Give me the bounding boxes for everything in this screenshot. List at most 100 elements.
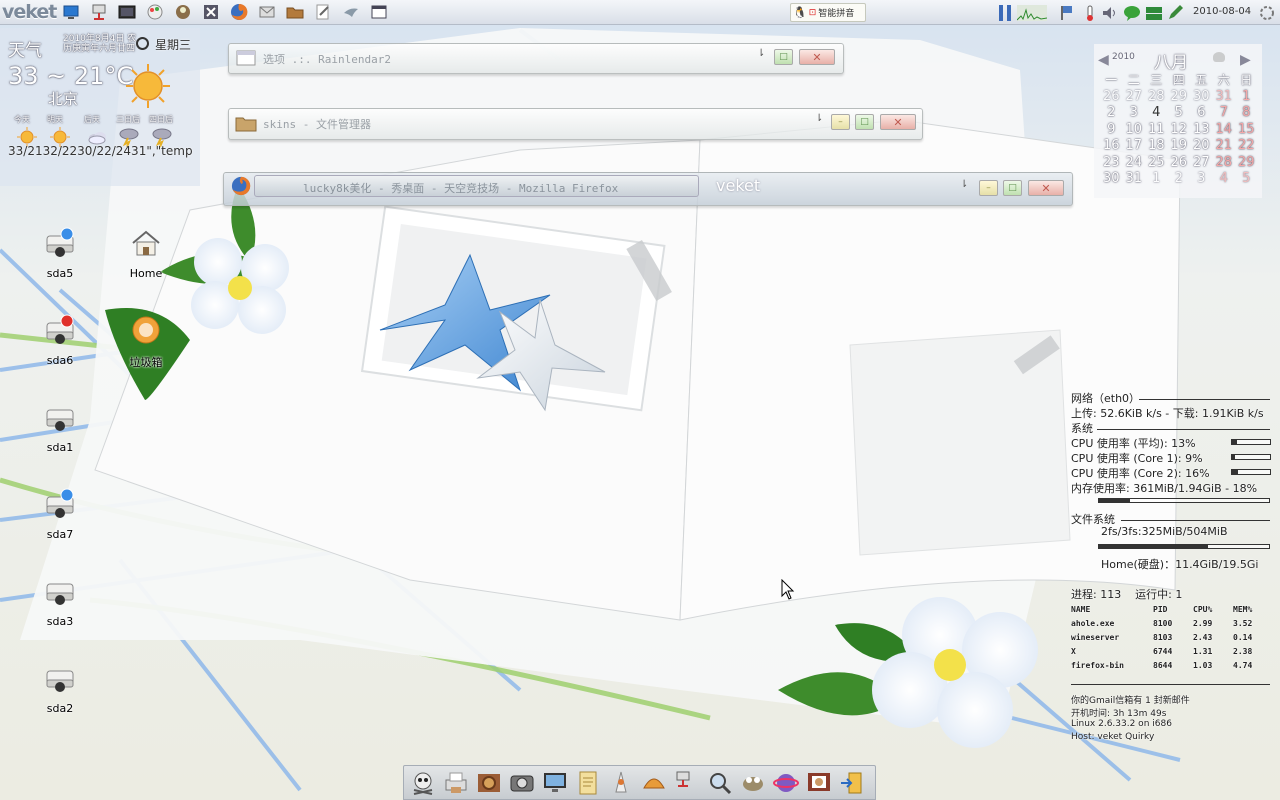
input-method-indicator[interactable]: 🐧 ⊡ 智能拼音 xyxy=(790,3,866,22)
window-menu-button[interactable]: ⇂ xyxy=(960,179,968,190)
exit-icon[interactable] xyxy=(837,768,867,798)
calendar-day[interactable]: 30 xyxy=(1100,171,1123,188)
calendar-day[interactable]: 2 xyxy=(1168,171,1191,188)
calendar-day[interactable]: 1 xyxy=(1145,171,1168,188)
calendar-day[interactable]: 10 xyxy=(1123,122,1146,139)
maximize-button[interactable]: □ xyxy=(855,114,874,130)
calendar-day[interactable]: 17 xyxy=(1123,138,1146,155)
cpu-graph-icon[interactable] xyxy=(996,2,1016,23)
pen-icon[interactable] xyxy=(1165,2,1185,23)
calendar-day[interactable]: 9 xyxy=(1100,122,1123,139)
calendar-day[interactable]: 31 xyxy=(1123,171,1146,188)
veket-logo[interactable]: veket xyxy=(0,1,57,23)
calendar-day[interactable]: 15 xyxy=(1235,122,1258,139)
window-menu-button[interactable]: ⇂ xyxy=(757,48,765,59)
calendar-day[interactable]: 22 xyxy=(1235,138,1258,155)
folder-icon[interactable] xyxy=(285,2,305,22)
desktop-icon-Home[interactable]: Home xyxy=(116,226,176,280)
window-menu-button[interactable]: ⇂ xyxy=(815,113,823,124)
firefox-icon[interactable] xyxy=(229,2,249,22)
wizard-icon[interactable] xyxy=(606,768,636,798)
skull-icon[interactable] xyxy=(408,768,438,798)
minimize-button[interactable]: – xyxy=(831,114,850,130)
calendar-day[interactable]: 29 xyxy=(1168,89,1191,106)
network-status-icon[interactable] xyxy=(1144,2,1164,23)
close-icon[interactable] xyxy=(201,2,221,22)
calendar-day[interactable]: 16 xyxy=(1100,138,1123,155)
close-button[interactable]: ✕ xyxy=(880,114,916,130)
gear-icon[interactable] xyxy=(474,768,504,798)
search-icon[interactable] xyxy=(705,768,735,798)
monitor-icon[interactable] xyxy=(540,768,570,798)
close-button[interactable]: ✕ xyxy=(1028,180,1064,196)
slideshow-icon[interactable] xyxy=(804,768,834,798)
panel-clock[interactable]: 2010-08-04 xyxy=(1193,6,1251,17)
volume-icon[interactable] xyxy=(1100,2,1120,23)
panel-menu-icon[interactable] xyxy=(1256,2,1278,23)
notes-icon[interactable] xyxy=(573,768,603,798)
calendar-day[interactable]: 18 xyxy=(1145,138,1168,155)
chat-icon[interactable] xyxy=(1122,2,1142,23)
calendar-day[interactable]: 11 xyxy=(1145,122,1168,139)
edit-icon[interactable] xyxy=(313,2,333,22)
calendar-day[interactable]: 5 xyxy=(1168,105,1191,122)
calendar-day[interactable]: 28 xyxy=(1213,155,1236,172)
desktop-icon-sda5[interactable]: sda5 xyxy=(30,226,90,280)
calendar-day[interactable]: 3 xyxy=(1123,105,1146,122)
calendar-day[interactable]: 26 xyxy=(1100,89,1123,106)
terminal-icon[interactable] xyxy=(117,2,137,22)
close-button[interactable]: ✕ xyxy=(799,49,835,65)
bird-icon[interactable] xyxy=(341,2,361,22)
rainlendar-options-window[interactable]: 选项 .:. Rainlendar2 ⇂ □ ✕ xyxy=(228,43,844,74)
calendar-day[interactable]: 5 xyxy=(1235,171,1258,188)
maximize-button[interactable]: □ xyxy=(774,49,793,65)
calendar-day[interactable]: 28 xyxy=(1145,89,1168,106)
desktop-icon[interactable] xyxy=(61,2,81,22)
calendar-day[interactable]: 2 xyxy=(1100,105,1123,122)
window-icon[interactable] xyxy=(369,2,389,22)
desktop-icon-sda7[interactable]: sda7 xyxy=(30,487,90,541)
calendar-day[interactable]: 13 xyxy=(1190,122,1213,139)
calendar-day[interactable]: 14 xyxy=(1213,122,1236,139)
calendar-day[interactable]: 21 xyxy=(1213,138,1236,155)
printer-icon[interactable] xyxy=(441,768,471,798)
calendar-day[interactable]: 27 xyxy=(1190,155,1213,172)
paint-icon[interactable] xyxy=(145,2,165,22)
desktop-icon-sda3[interactable]: sda3 xyxy=(30,574,90,628)
network-icon[interactable] xyxy=(89,2,109,22)
calendar-today[interactable]: 4 xyxy=(1145,104,1170,126)
calendar-day[interactable]: 7 xyxy=(1213,105,1236,122)
mail-icon[interactable] xyxy=(257,2,277,22)
desktop-icon-垃圾箱[interactable]: 垃圾箱 xyxy=(116,313,176,370)
calendar-day[interactable]: 1 xyxy=(1235,89,1258,106)
calendar-day[interactable]: 4 xyxy=(1213,171,1236,188)
next-month-button[interactable]: ▶ xyxy=(1240,52,1251,68)
calendar-day[interactable]: 30 xyxy=(1190,89,1213,106)
calendar-day[interactable]: 27 xyxy=(1123,89,1146,106)
minimize-button[interactable]: – xyxy=(979,180,998,196)
planet-icon[interactable] xyxy=(771,768,801,798)
calendar-day[interactable]: 20 xyxy=(1190,138,1213,155)
calendar-day[interactable]: 19 xyxy=(1168,138,1191,155)
calendar-day[interactable]: 31 xyxy=(1213,89,1236,106)
calendar-day[interactable]: 3 xyxy=(1190,171,1213,188)
gimp-icon[interactable] xyxy=(738,768,768,798)
network-icon[interactable] xyxy=(672,768,702,798)
shell-icon[interactable] xyxy=(639,768,669,798)
user-icon[interactable] xyxy=(173,2,193,22)
calendar-day[interactable]: 24 xyxy=(1123,155,1146,172)
desktop-icon-sda1[interactable]: sda1 xyxy=(30,400,90,454)
camera-icon[interactable] xyxy=(507,768,537,798)
calendar-day[interactable]: 26 xyxy=(1168,155,1191,172)
calendar-day[interactable]: 12 xyxy=(1168,122,1191,139)
flag-icon[interactable] xyxy=(1057,2,1077,23)
maximize-button[interactable]: □ xyxy=(1003,180,1022,196)
desktop-icon-sda6[interactable]: sda6 xyxy=(30,313,90,367)
network-graph-icon[interactable] xyxy=(1015,2,1049,23)
thermometer-icon[interactable] xyxy=(1080,2,1100,23)
calendar-day[interactable]: 6 xyxy=(1190,105,1213,122)
prev-month-button[interactable]: ◀ xyxy=(1098,52,1109,68)
calendar-day[interactable]: 8 xyxy=(1235,105,1258,122)
calendar-day[interactable]: 29 xyxy=(1235,155,1258,172)
desktop-icon-sda2[interactable]: sda2 xyxy=(30,661,90,715)
